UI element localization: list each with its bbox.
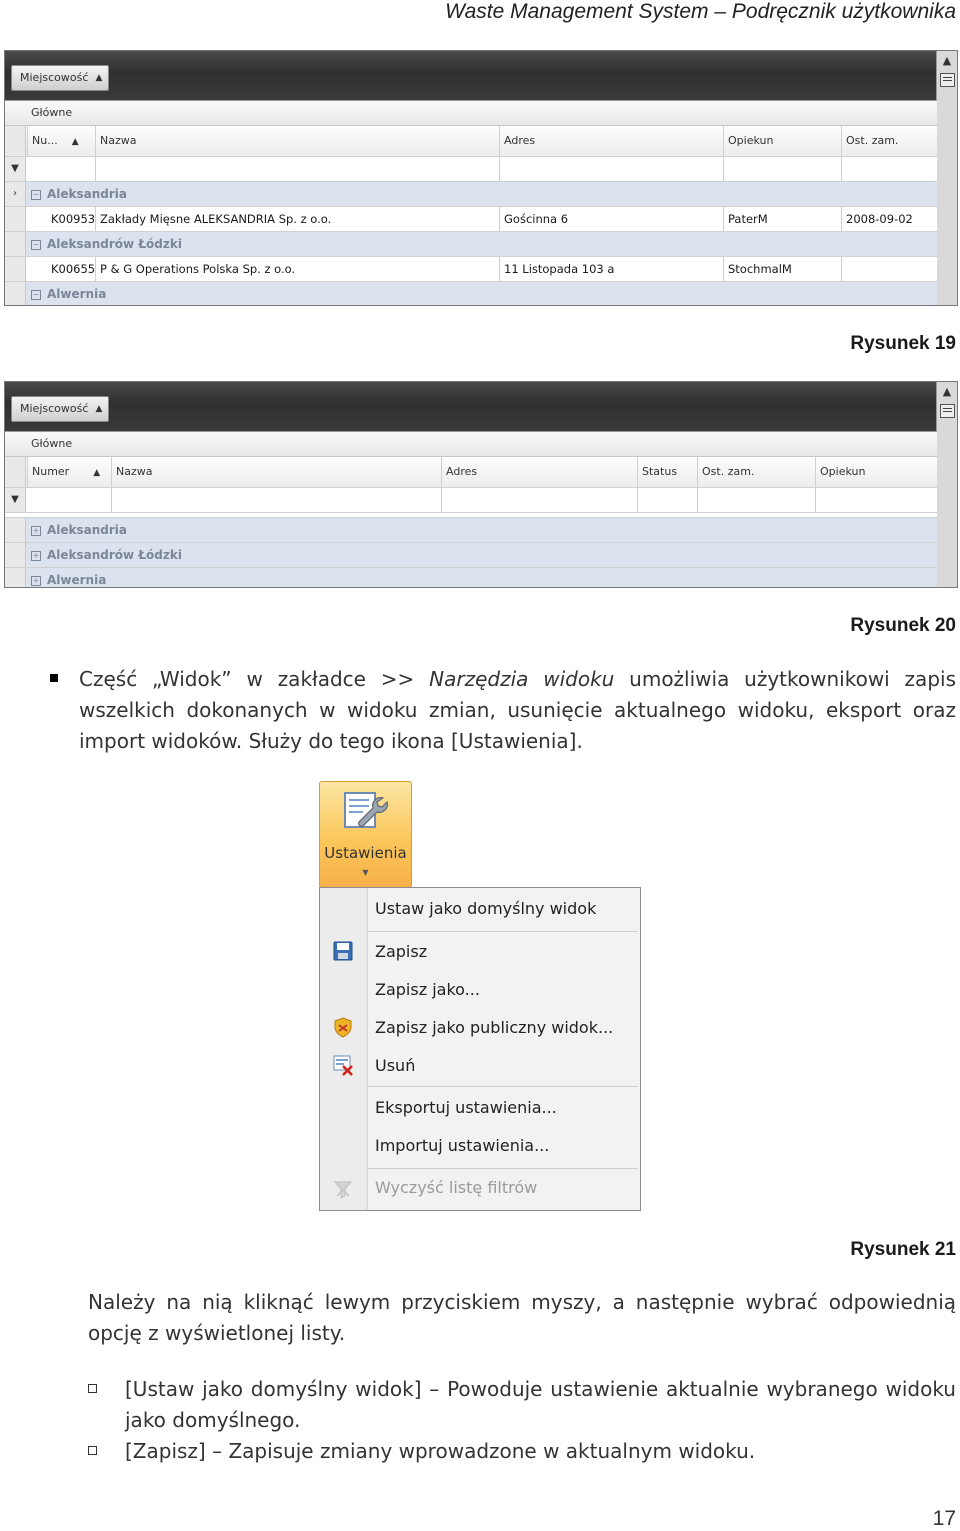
- filter-icon: ▼: [5, 488, 26, 512]
- menu-item-save-as-public-view[interactable]: Zapisz jako publiczny widok...: [375, 1018, 613, 1037]
- bullet-item: [Ustaw jako domyślny widok] – Powoduje u…: [125, 1377, 956, 1432]
- column-header-adres[interactable]: Adres: [499, 126, 722, 156]
- table-row[interactable]: K00953 Zakłady Mięsne ALEKSANDRIA Sp. z …: [5, 207, 937, 232]
- column-header-row: Numer ▲ Nazwa Adres Status Ost. zam. Opie…: [5, 457, 937, 488]
- column-header-numer[interactable]: Nu... ▲: [27, 126, 98, 156]
- sort-asc-icon: ▲: [95, 73, 103, 83]
- group-panel: Miejscowość ▲: [5, 382, 957, 432]
- group-row[interactable]: › − Aleksandria: [5, 182, 937, 207]
- column-menu-icon[interactable]: [940, 404, 955, 418]
- save-icon: [333, 941, 353, 961]
- menu-item-clear-filter-list: Wyczyść listę filtrów: [375, 1178, 538, 1197]
- expand-icon[interactable]: +: [31, 576, 41, 586]
- menu-item-export-settings[interactable]: Eksportuj ustawienia...: [375, 1098, 557, 1117]
- settings-wrench-icon: [344, 792, 388, 828]
- grid-screenshot-fig20: Miejscowość ▲ ▲ Główne Numer ▲ Nazwa Adres…: [4, 381, 958, 588]
- scroll-up-icon[interactable]: ▲: [937, 382, 957, 402]
- document-header: Waste Management System – Podręcznik uży…: [445, 0, 956, 23]
- shield-icon: [334, 1017, 352, 1038]
- group-row[interactable]: − Aleksandrów Łódzki: [5, 232, 937, 257]
- bullet-marker: [50, 674, 58, 682]
- sort-asc-icon: ▲: [95, 404, 103, 414]
- figure-caption: Rysunek 20: [850, 615, 956, 636]
- column-header-nazwa[interactable]: Nazwa: [95, 126, 500, 156]
- group-chip-miejscowosc[interactable]: Miejscowość ▲: [11, 65, 110, 91]
- collapse-icon[interactable]: −: [31, 190, 41, 200]
- column-header-ost-zam[interactable]: Ost. zam.: [841, 126, 936, 156]
- group-chip-miejscowosc[interactable]: Miejscowość ▲: [11, 396, 110, 422]
- column-header-opiekun[interactable]: Opiekun: [723, 126, 840, 156]
- settings-button[interactable]: Ustawienia ▼: [319, 781, 412, 888]
- menu-item-import-settings[interactable]: Importuj ustawienia...: [375, 1136, 549, 1155]
- figure-caption: Rysunek 21: [850, 1239, 956, 1260]
- vertical-scrollbar[interactable]: ▲: [936, 51, 957, 305]
- bullet-marker: [88, 1446, 97, 1455]
- bullet-marker: [88, 1384, 97, 1393]
- menu-item-delete[interactable]: Usuń: [375, 1056, 415, 1075]
- column-header-nazwa[interactable]: Nazwa: [111, 457, 436, 487]
- page-number: 17: [932, 1507, 956, 1530]
- group-row[interactable]: + Aleksandrów Łódzki: [5, 543, 937, 568]
- column-header-opiekun[interactable]: Opiekun: [815, 457, 930, 487]
- filter-row[interactable]: ▼: [5, 157, 937, 182]
- table-row[interactable]: K00655 P & G Operations Polska Sp. z o.o…: [5, 257, 937, 282]
- bullet-item: [Zapisz] – Zapisuje zmiany wprowadzone w…: [125, 1439, 756, 1463]
- clear-filter-icon: [333, 1181, 353, 1199]
- scroll-up-icon[interactable]: ▲: [937, 51, 957, 71]
- paragraph: Część „Widok” w zakładce >> Narzędzia wi…: [79, 667, 956, 753]
- column-header-numer[interactable]: Numer ▲: [27, 457, 112, 487]
- menu-item-set-default-view[interactable]: Ustaw jako domyślny widok: [375, 899, 596, 918]
- expand-icon[interactable]: +: [31, 526, 41, 536]
- group-row[interactable]: − Alwernia: [5, 282, 937, 305]
- collapse-icon[interactable]: −: [31, 240, 41, 250]
- column-header-ost-zam[interactable]: Ost. zam.: [697, 457, 812, 487]
- group-panel: Miejscowość ▲: [5, 51, 957, 101]
- column-menu-icon[interactable]: [940, 73, 955, 87]
- group-row[interactable]: + Aleksandria: [5, 518, 937, 543]
- figure-caption: Rysunek 19: [850, 333, 956, 354]
- collapse-icon[interactable]: −: [31, 290, 41, 300]
- menu-item-save-as[interactable]: Zapisz jako...: [375, 980, 480, 999]
- group-row[interactable]: + Alwernia: [5, 568, 937, 587]
- vertical-scrollbar[interactable]: ▲: [936, 382, 957, 587]
- menu-item-save[interactable]: Zapisz: [375, 942, 427, 961]
- current-row-icon: ›: [5, 182, 26, 206]
- expand-icon[interactable]: +: [31, 551, 41, 561]
- settings-dropdown-menu: Ustaw jako domyślny widok Zapisz Zapisz …: [319, 887, 641, 1211]
- band-header: Główne: [5, 101, 937, 126]
- column-header-adres[interactable]: Adres: [441, 457, 636, 487]
- column-header-row: Nu... ▲ Nazwa Adres Opiekun Ost. zam.: [5, 126, 937, 157]
- filter-icon: ▼: [5, 157, 26, 181]
- filter-row[interactable]: ▼: [5, 488, 937, 513]
- band-header: Główne: [5, 432, 937, 457]
- sort-asc-icon: ▲: [93, 468, 101, 478]
- grid-screenshot-fig19: Miejscowość ▲ ▲ Główne Nu... ▲ Nazwa Adres…: [4, 50, 958, 306]
- delete-view-icon: [333, 1055, 353, 1076]
- dropdown-arrow-icon: ▼: [362, 868, 369, 877]
- settings-button-label: Ustawienia: [324, 844, 407, 862]
- column-header-status[interactable]: Status: [637, 457, 694, 487]
- sort-asc-icon: ▲: [71, 137, 79, 147]
- paragraph: Należy na nią kliknąć lewym przyciskiem …: [88, 1290, 956, 1345]
